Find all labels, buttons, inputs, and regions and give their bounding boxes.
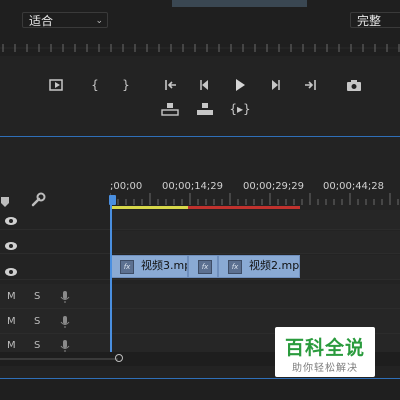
camera-button[interactable] xyxy=(345,77,363,93)
extract-button[interactable] xyxy=(196,101,214,117)
timeline-ruler[interactable] xyxy=(109,193,400,209)
step-forward-icon xyxy=(272,80,280,90)
mark-in-button[interactable]: { xyxy=(86,77,104,93)
lift-icon xyxy=(161,103,179,116)
playback-quality-value: 完整 xyxy=(357,14,382,28)
eye-icon[interactable] xyxy=(4,211,18,225)
go-to-out-button[interactable] xyxy=(301,77,319,93)
monitor-ruler-ticks xyxy=(0,44,400,52)
zoom-fit-select[interactable]: 适合 ⌄ xyxy=(22,12,108,28)
step-back-icon xyxy=(200,80,208,90)
fx-badge-icon: fx xyxy=(198,260,212,274)
go-to-in-button[interactable] xyxy=(162,77,180,93)
go-to-in-icon xyxy=(165,80,176,90)
video-preview xyxy=(172,0,307,7)
mark-out-button[interactable]: } xyxy=(117,77,135,93)
watermark-title: 百科全说 xyxy=(284,337,365,359)
zoom-fit-value: 适合 xyxy=(29,14,54,28)
lift-button[interactable] xyxy=(161,101,179,117)
timecode-label: 00;00;14;29 xyxy=(162,181,224,192)
export-frame-icon xyxy=(49,79,63,91)
timecode-label: ;00;00 xyxy=(110,181,143,192)
mark-out-icon: } xyxy=(122,78,130,92)
solo-button[interactable]: S xyxy=(34,316,40,327)
monitor-time-ruler[interactable] xyxy=(0,40,400,56)
video-clip[interactable]: fx 视频2.mp4 xyxy=(218,255,300,278)
watermark-subtitle: 助你轻松解决 xyxy=(292,363,358,374)
microphone-icon[interactable] xyxy=(60,338,70,352)
marker-icon[interactable] xyxy=(0,193,10,207)
play-icon xyxy=(236,79,245,91)
step-back-button[interactable] xyxy=(196,77,214,93)
trim-icon: {▸} xyxy=(229,102,251,116)
mute-button[interactable]: M xyxy=(7,316,16,327)
microphone-icon[interactable] xyxy=(60,314,70,328)
step-forward-button[interactable] xyxy=(266,77,284,93)
mute-button[interactable]: M xyxy=(7,291,16,302)
extract-icon xyxy=(197,103,213,115)
mark-in-icon: { xyxy=(91,78,99,92)
go-to-out-icon xyxy=(305,80,316,90)
transport-controls: { } {▸} xyxy=(0,56,400,136)
timecode-label: 00;00;29;29 xyxy=(243,181,305,192)
microphone-icon[interactable] xyxy=(60,289,70,303)
trim-button[interactable]: {▸} xyxy=(229,101,251,117)
watermark-logo: 百科全说 助你轻松解决 xyxy=(275,327,375,377)
fx-badge-icon: fx xyxy=(120,260,134,274)
export-frame-button[interactable] xyxy=(48,77,66,93)
wrench-icon[interactable] xyxy=(30,192,46,208)
scrollbar-track xyxy=(0,358,118,360)
timecode-label: 00;00;44;28 xyxy=(323,181,385,192)
video-clip[interactable]: fx xyxy=(188,255,218,278)
eye-icon[interactable] xyxy=(4,262,18,276)
playback-quality-select[interactable]: 完整 xyxy=(350,12,400,28)
solo-button[interactable]: S xyxy=(34,340,40,351)
footer-bar xyxy=(0,379,400,400)
fx-badge-icon: fx xyxy=(228,260,242,274)
mute-button[interactable]: M xyxy=(7,340,16,351)
video-clip[interactable]: fx 视频3.mp4 xyxy=(110,255,188,278)
eye-icon[interactable] xyxy=(4,236,18,250)
clip-name: 视频2.mp4 xyxy=(249,259,300,272)
solo-button[interactable]: S xyxy=(34,291,40,302)
play-button[interactable] xyxy=(231,77,249,93)
track-lane-video-2[interactable] xyxy=(110,231,400,253)
clip-name: 视频3.mp4 xyxy=(141,259,187,272)
camera-icon xyxy=(347,80,361,91)
playhead-line[interactable] xyxy=(110,195,112,360)
chevron-down-icon: ⌄ xyxy=(95,16,103,26)
scrollbar-handle[interactable] xyxy=(115,354,123,362)
track-lane-video-3[interactable] xyxy=(110,210,400,229)
